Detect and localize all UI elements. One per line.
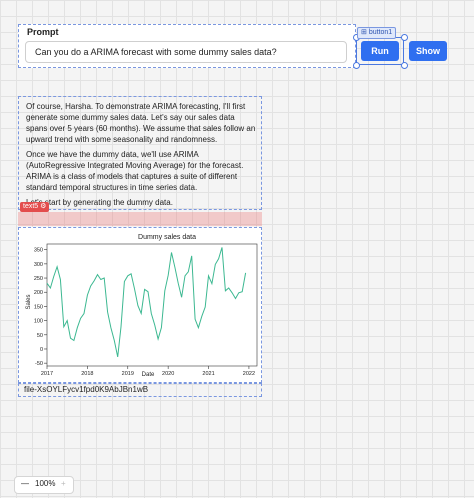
- y-tick-label: 150: [34, 304, 43, 310]
- y-tick-label: 0: [40, 347, 43, 353]
- response-paragraph: Let's start by generating the dummy data…: [26, 198, 173, 207]
- x-tick-label: 2018: [81, 371, 93, 377]
- chart-ylabel: Sales: [26, 294, 32, 309]
- y-tick-label: 100: [34, 319, 43, 325]
- plot-frame: [46, 243, 258, 367]
- prompt-label: Prompt: [27, 27, 59, 37]
- component-icon: ⊞: [361, 29, 367, 36]
- text5-highlight: [18, 212, 262, 226]
- y-tick-label: 250: [34, 276, 43, 282]
- resize-handle[interactable]: [401, 62, 408, 69]
- file-panel: file-XsOYLFycv1fpd0K9AbJBn1wB: [18, 383, 262, 397]
- button1-tag[interactable]: ⊞ button1: [357, 27, 397, 39]
- sales-chart: Dummy sales data Date Sales -50 0 50 100 150…: [26, 234, 258, 378]
- response-paragraph: Once we have the dummy data, we'll use A…: [26, 150, 244, 192]
- response-text: Of course, Harsha. To demonstrate ARIMA …: [26, 101, 258, 212]
- resize-handle[interactable]: [401, 34, 408, 41]
- prompt-panel: Prompt: [18, 24, 356, 68]
- chart-xlabel: Date: [142, 372, 155, 378]
- x-tick-label: 2020: [162, 371, 174, 377]
- text5-tag[interactable]: text5 ⚙: [20, 202, 50, 212]
- chart-title: Dummy sales data: [138, 234, 196, 241]
- zoom-level: 100%: [35, 479, 56, 488]
- x-tick-label: 2021: [202, 371, 214, 377]
- zoom-in-button[interactable]: +: [61, 479, 66, 488]
- x-tick-label: 2022: [243, 371, 255, 377]
- y-tick-label: 350: [34, 248, 43, 254]
- y-tick-label: 200: [34, 290, 43, 296]
- response-text-panel: Of course, Harsha. To demonstrate ARIMA …: [18, 96, 262, 210]
- x-tick-label: 2017: [41, 371, 53, 377]
- x-tick-label: 2019: [122, 371, 134, 377]
- text5-tag-label: text5: [23, 203, 39, 210]
- response-paragraph: Of course, Harsha. To demonstrate ARIMA …: [26, 102, 256, 144]
- button1-tag-label: button1: [368, 29, 393, 36]
- resize-handle[interactable]: [353, 62, 360, 69]
- y-tick-label: -50: [35, 361, 43, 367]
- run-button[interactable]: Run: [361, 41, 399, 61]
- chart-panel: Dummy sales data Date Sales -50 0 50 100 150…: [18, 227, 262, 383]
- zoom-out-button[interactable]: —: [21, 479, 29, 488]
- prompt-input[interactable]: [25, 41, 347, 63]
- file-name: file-XsOYLFycv1fpd0K9AbJBn1wB: [24, 385, 149, 394]
- y-tick-label: 50: [37, 333, 43, 339]
- zoom-control: — 100% +: [14, 476, 74, 494]
- series-line: [46, 247, 247, 358]
- settings-icon: ⚙: [40, 203, 47, 210]
- show-button[interactable]: Show: [409, 41, 447, 61]
- y-tick-label: 300: [34, 262, 43, 268]
